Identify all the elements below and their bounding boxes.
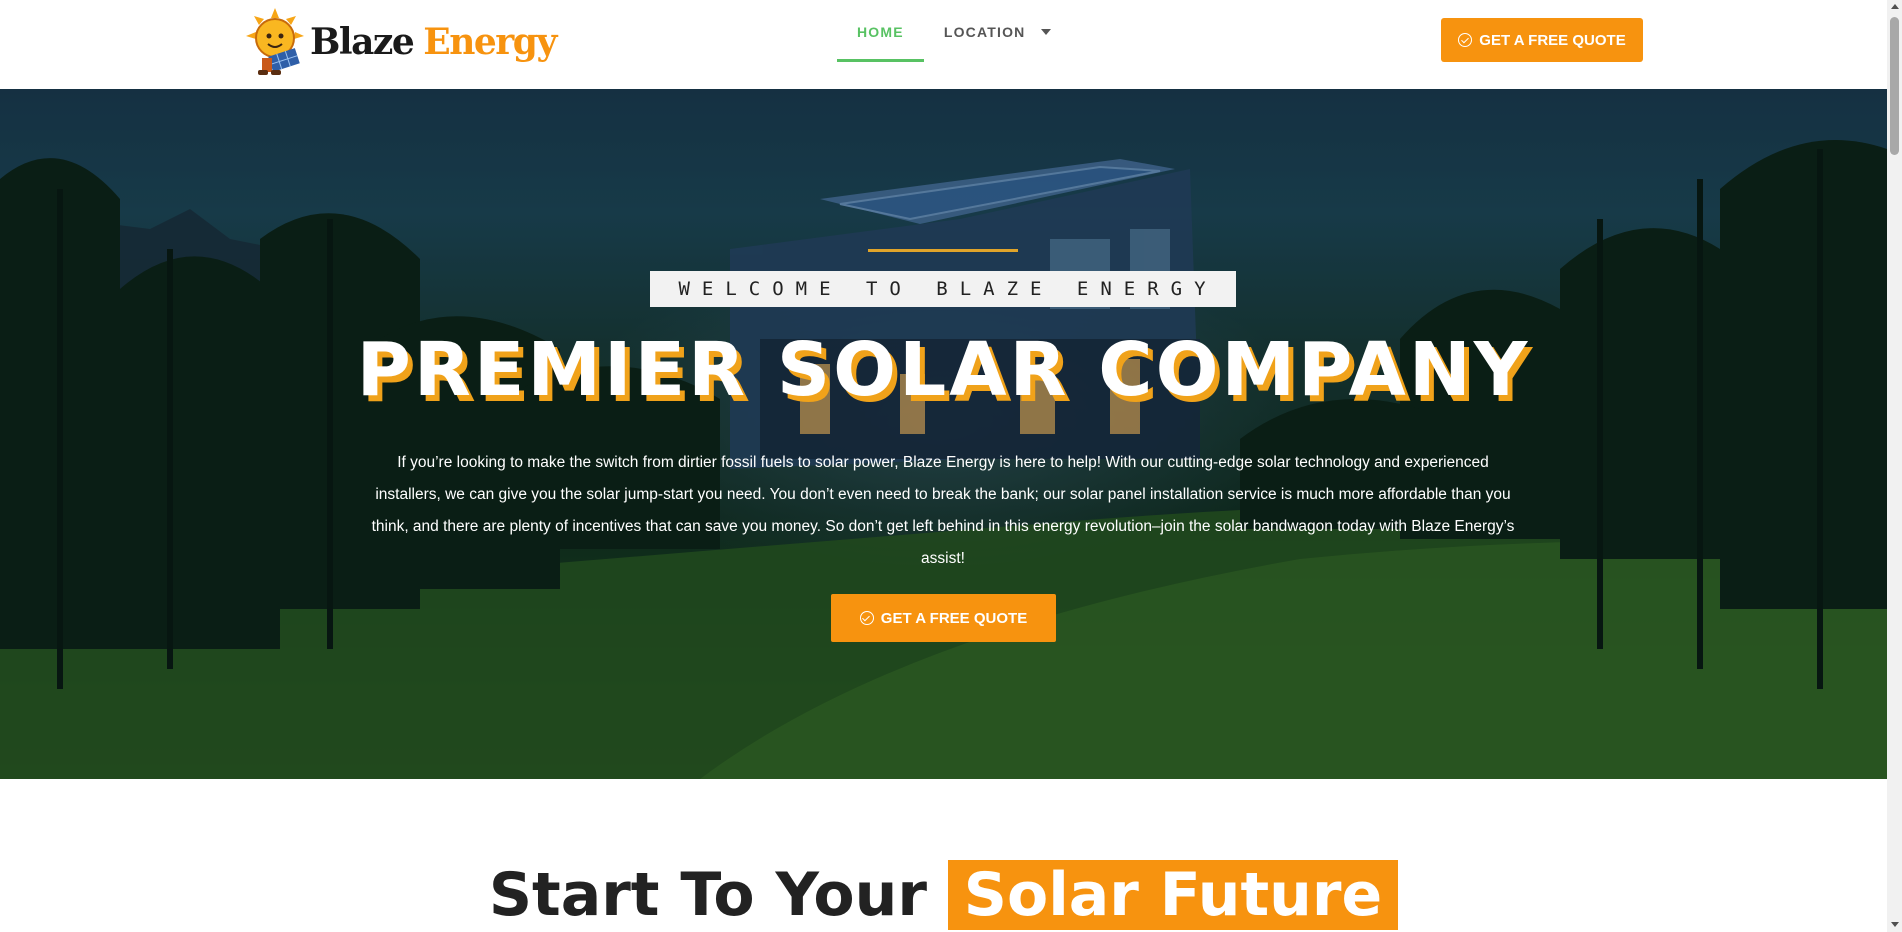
page-scrollbar[interactable]: [1887, 0, 1902, 932]
site-header: Blaze Energy HOME LOCATION GET A FREE QU…: [0, 0, 1887, 89]
nav-item-location[interactable]: LOCATION: [924, 0, 1072, 64]
logo-word-blaze: Blaze: [310, 21, 415, 63]
hero-get-quote-button[interactable]: GET A FREE QUOTE: [831, 594, 1056, 642]
chevron-down-icon: [1041, 29, 1052, 35]
check-circle-icon: [859, 611, 874, 625]
section-heading-text: Start To Your: [488, 860, 927, 930]
sun-mascot-logo-icon: [246, 8, 304, 75]
check-circle-icon: [1458, 33, 1473, 47]
hero-description: If you’re looking to make the switch fro…: [371, 454, 1515, 567]
logo-wordmark: Blaze Energy: [310, 21, 557, 63]
scroll-up-arrow-icon[interactable]: [1891, 4, 1899, 9]
main-nav: HOME LOCATION: [837, 0, 1071, 64]
scroll-down-arrow-icon[interactable]: [1891, 922, 1899, 927]
hero-accent-line: [868, 249, 1018, 252]
nav-item-home-label: HOME: [857, 24, 904, 40]
site-logo[interactable]: Blaze Energy: [244, 6, 557, 78]
header-get-quote-button[interactable]: GET A FREE QUOTE: [1441, 18, 1643, 62]
hero-get-quote-label: GET A FREE QUOTE: [880, 609, 1028, 627]
section-heading-highlight: Solar Future: [947, 860, 1399, 930]
section-heading: Start To Your Solar Future: [0, 860, 1887, 930]
scrollbar-thumb[interactable]: [1890, 17, 1899, 155]
logo-word-energy: Energy: [423, 21, 557, 63]
header-get-quote-label: GET A FREE QUOTE: [1479, 31, 1626, 49]
hero-content: WELCOME TO BLAZE ENERGY PREMIER SOLAR CO…: [0, 89, 1887, 779]
hero-title: PREMIER SOLAR COMPANY: [356, 327, 1531, 413]
hero-eyebrow: WELCOME TO BLAZE ENERGY: [650, 271, 1236, 307]
nav-item-location-label: LOCATION: [943, 24, 1026, 40]
hero-section: WELCOME TO BLAZE ENERGY PREMIER SOLAR CO…: [0, 89, 1887, 779]
nav-item-home[interactable]: HOME: [837, 0, 924, 64]
